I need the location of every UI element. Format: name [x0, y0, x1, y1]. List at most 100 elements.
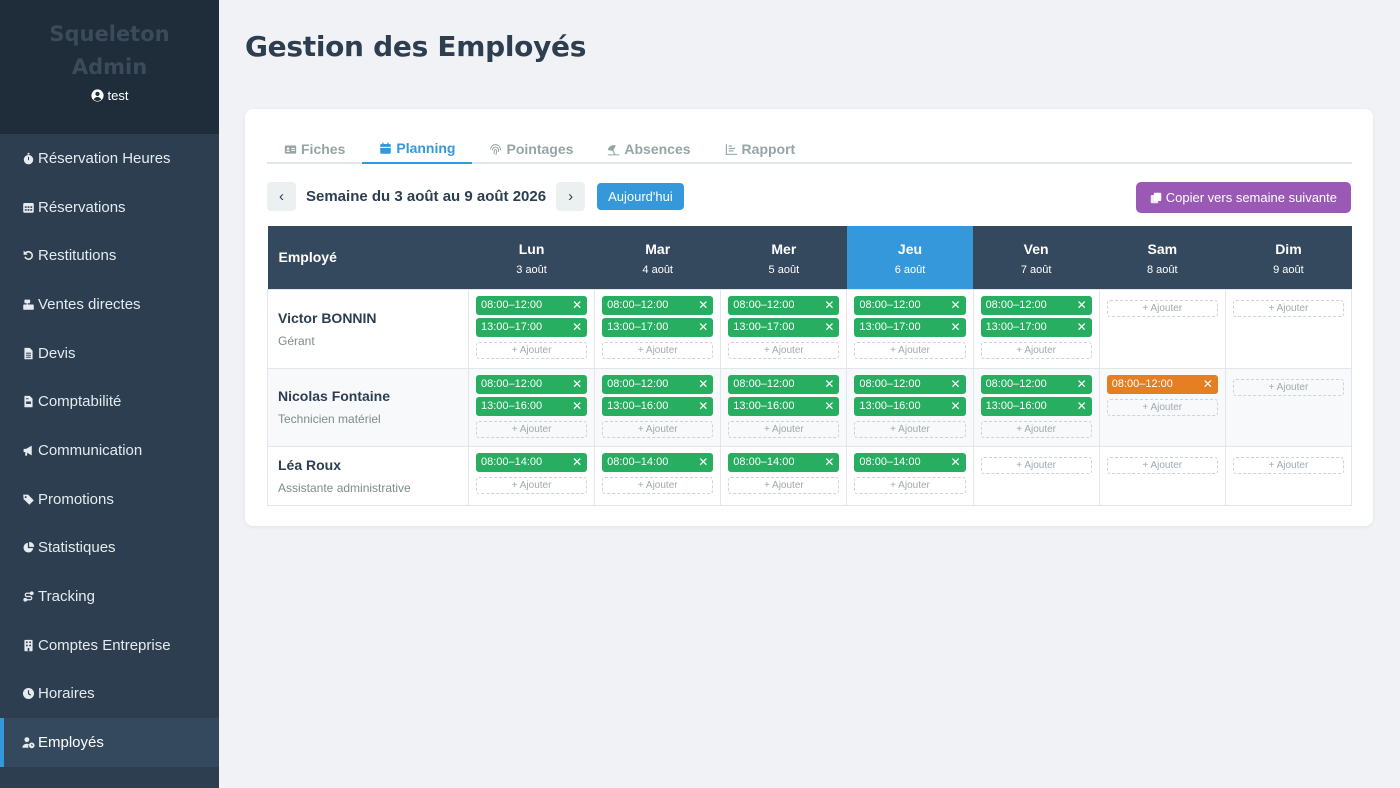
day-name: Mer — [771, 240, 797, 257]
calendar-grid-icon-wrap — [21, 200, 35, 214]
previous-week-button[interactable]: ‹ — [267, 182, 296, 211]
remove-shift-icon[interactable]: ✕ — [572, 456, 582, 468]
remove-shift-icon[interactable]: ✕ — [824, 400, 834, 412]
tab-pointages[interactable]: Pointages — [472, 134, 590, 164]
remove-shift-icon[interactable]: ✕ — [824, 299, 834, 311]
remove-shift-icon[interactable]: ✕ — [698, 378, 708, 390]
shift-slot[interactable]: 08:00–12:00 ✕ — [854, 295, 966, 315]
shift-slot[interactable]: 08:00–12:00 ✕ — [854, 374, 966, 394]
copy-next-week-button[interactable]: Copier vers semaine suivante — [1135, 182, 1351, 213]
shift-slot[interactable]: 13:00–17:00 ✕ — [476, 317, 588, 337]
sidebar-item-restitutions[interactable]: Restitutions — [0, 231, 219, 280]
today-button[interactable]: Aujourd'hui — [597, 183, 684, 210]
remove-shift-icon[interactable]: ✕ — [698, 400, 708, 412]
brand-header: Squeleton Admin test — [0, 0, 219, 134]
shift-slot[interactable]: 08:00–12:00 ✕ — [476, 374, 588, 394]
remove-shift-icon[interactable]: ✕ — [824, 378, 834, 390]
shift-slot[interactable]: 08:00–12:00 ✕ — [476, 295, 588, 315]
add-shift-button[interactable]: + Ajouter — [980, 420, 1092, 438]
tab-fiches[interactable]: Fiches — [267, 134, 362, 164]
shift-slot[interactable]: 13:00–17:00 ✕ — [980, 317, 1092, 337]
remove-shift-icon[interactable]: ✕ — [951, 378, 961, 390]
shift-slot[interactable]: 08:00–12:00 ✕ — [602, 295, 714, 315]
add-shift-button[interactable]: + Ajouter — [476, 476, 588, 494]
current-user[interactable]: test — [0, 88, 219, 103]
add-shift-button[interactable]: + Ajouter — [476, 420, 588, 438]
add-shift-button[interactable]: + Ajouter — [854, 420, 966, 438]
shift-slot[interactable]: 13:00–16:00 ✕ — [476, 396, 588, 416]
sidebar-item-tracking[interactable]: Tracking — [0, 572, 219, 621]
remove-shift-icon[interactable]: ✕ — [698, 321, 708, 333]
remove-shift-icon[interactable]: ✕ — [951, 400, 961, 412]
remove-shift-icon[interactable]: ✕ — [572, 299, 582, 311]
sidebar-item-comptes-entreprise[interactable]: Comptes Entreprise — [0, 621, 219, 670]
remove-shift-icon[interactable]: ✕ — [951, 299, 961, 311]
shift-slot[interactable]: 08:00–14:00 ✕ — [476, 452, 588, 472]
remove-shift-icon[interactable]: ✕ — [698, 456, 708, 468]
add-shift-button[interactable]: + Ajouter — [1106, 398, 1218, 416]
sidebar-item-statistiques[interactable]: Statistiques — [0, 524, 219, 573]
tab-rapport[interactable]: Rapport — [708, 134, 813, 164]
tab-absences[interactable]: Absences — [590, 134, 707, 164]
remove-shift-icon[interactable]: ✕ — [1077, 378, 1087, 390]
shift-slot[interactable]: 13:00–16:00 ✕ — [854, 396, 966, 416]
sidebar-item-communication[interactable]: Communication — [0, 426, 219, 475]
remove-shift-icon[interactable]: ✕ — [572, 400, 582, 412]
remove-shift-icon[interactable]: ✕ — [1077, 299, 1087, 311]
shift-slot[interactable]: 08:00–12:00 ✕ — [602, 374, 714, 394]
remove-shift-icon[interactable]: ✕ — [824, 321, 834, 333]
remove-shift-icon[interactable]: ✕ — [1077, 400, 1087, 412]
shift-slot[interactable]: 08:00–12:00 ✕ — [980, 374, 1092, 394]
remove-shift-icon[interactable]: ✕ — [951, 321, 961, 333]
shift-slot[interactable]: 08:00–12:00 ✕ — [1106, 374, 1218, 394]
sidebar-item-employes[interactable]: Employés — [0, 718, 219, 767]
sidebar-item-promotions[interactable]: Promotions — [0, 475, 219, 524]
shift-slot[interactable]: 13:00–16:00 ✕ — [602, 396, 714, 416]
remove-shift-icon[interactable]: ✕ — [572, 378, 582, 390]
add-shift-button[interactable]: + Ajouter — [854, 476, 966, 494]
add-shift-button[interactable]: + Ajouter — [728, 476, 840, 494]
add-shift-button[interactable]: + Ajouter — [1106, 299, 1218, 317]
add-shift-button[interactable]: + Ajouter — [1106, 456, 1218, 474]
shift-slot[interactable]: 08:00–12:00 ✕ — [728, 295, 840, 315]
shift-slot[interactable]: 08:00–14:00 ✕ — [602, 452, 714, 472]
shift-slot[interactable]: 13:00–16:00 ✕ — [980, 396, 1092, 416]
remove-shift-icon[interactable]: ✕ — [572, 321, 582, 333]
add-shift-button[interactable]: + Ajouter — [1232, 456, 1344, 474]
add-shift-button[interactable]: + Ajouter — [980, 456, 1092, 474]
shift-slot[interactable]: 08:00–12:00 ✕ — [728, 374, 840, 394]
shift-slot[interactable]: 13:00–16:00 ✕ — [728, 396, 840, 416]
tab-label: Planning — [396, 140, 456, 156]
remove-shift-icon[interactable]: ✕ — [698, 299, 708, 311]
clock-icon-wrap — [21, 687, 35, 701]
add-shift-button[interactable]: + Ajouter — [854, 341, 966, 359]
add-shift-button[interactable]: + Ajouter — [602, 341, 714, 359]
add-shift-button[interactable]: + Ajouter — [602, 420, 714, 438]
add-shift-button[interactable]: + Ajouter — [602, 476, 714, 494]
shift-slot[interactable]: 13:00–17:00 ✕ — [854, 317, 966, 337]
sidebar-item-devis[interactable]: Devis — [0, 329, 219, 378]
add-shift-button[interactable]: + Ajouter — [1232, 299, 1344, 317]
sidebar-item-ventes-directes[interactable]: Ventes directes — [0, 280, 219, 329]
remove-shift-icon[interactable]: ✕ — [1077, 321, 1087, 333]
shift-slot[interactable]: 13:00–17:00 ✕ — [602, 317, 714, 337]
add-shift-button[interactable]: + Ajouter — [1232, 378, 1344, 396]
sidebar-item-comptabilite[interactable]: Comptabilité — [0, 377, 219, 426]
sidebar-item-reservation-heures[interactable]: Réservation Heures — [0, 134, 219, 183]
tab-planning[interactable]: Planning — [362, 134, 473, 164]
shift-slot[interactable]: 08:00–14:00 ✕ — [854, 452, 966, 472]
shift-slot[interactable]: 08:00–14:00 ✕ — [728, 452, 840, 472]
shift-slot[interactable]: 08:00–12:00 ✕ — [980, 295, 1092, 315]
sidebar-item-horaires[interactable]: Horaires — [0, 670, 219, 719]
remove-shift-icon[interactable]: ✕ — [1203, 378, 1213, 390]
shift-slot[interactable]: 13:00–17:00 ✕ — [728, 317, 840, 337]
next-week-button[interactable]: › — [556, 182, 586, 211]
add-shift-button[interactable]: + Ajouter — [728, 341, 840, 359]
remove-shift-icon[interactable]: ✕ — [951, 456, 961, 468]
remove-shift-icon[interactable]: ✕ — [824, 456, 834, 468]
add-shift-button[interactable]: + Ajouter — [476, 341, 588, 359]
shift-time: 08:00–12:00 — [481, 378, 543, 390]
sidebar-item-reservations[interactable]: Réservations — [0, 183, 219, 232]
add-shift-button[interactable]: + Ajouter — [728, 420, 840, 438]
add-shift-button[interactable]: + Ajouter — [980, 341, 1092, 359]
